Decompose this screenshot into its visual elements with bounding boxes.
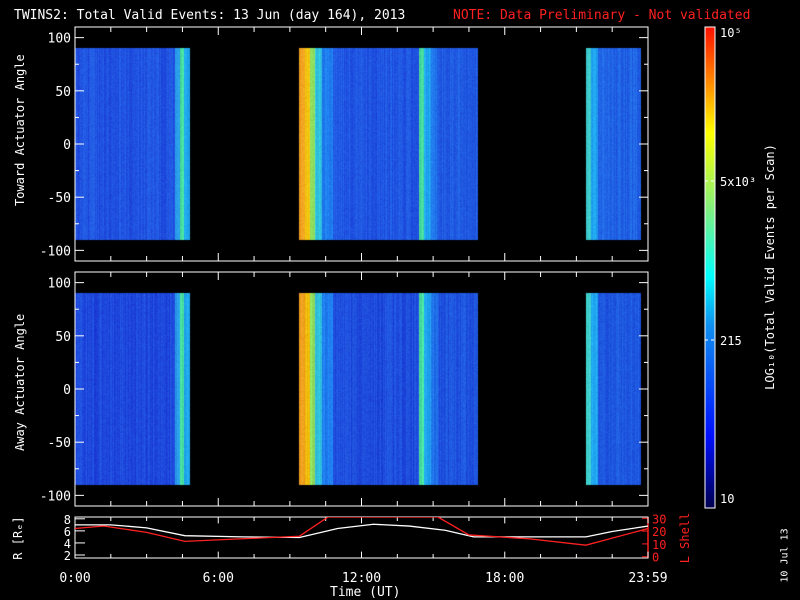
time-tick-label: 23:59 — [628, 571, 667, 586]
y-tick-label: 50 — [55, 330, 71, 345]
time-xlabel: Time (UT) — [330, 585, 401, 600]
colorbar-tick-label: 10 — [720, 492, 734, 506]
time-tick-label: 0:00 — [59, 571, 90, 586]
y-tick-label: -100 — [40, 244, 71, 259]
away-ylabel: Away Actuator Angle — [13, 313, 27, 451]
toward-ylabel: Toward Actuator Angle — [13, 54, 27, 206]
lshell-tick-label: 0 — [652, 551, 659, 565]
y-tick-label: 0 — [63, 383, 71, 398]
y-tick-label: -100 — [40, 489, 71, 504]
colorbar-label: LOG₁₀(Total Valid Events per Scan) — [763, 144, 777, 390]
time-tick-label: 18:00 — [485, 571, 524, 586]
panel-frame — [74, 271, 649, 507]
date-stamp: 10 Jul 13 — [779, 528, 791, 583]
colorbar-frame — [704, 26, 716, 509]
panel-frame — [74, 26, 649, 262]
y-tick-label: -50 — [48, 436, 71, 451]
colorbar-tick-label: 215 — [720, 334, 742, 348]
lshell-ylabel: L Shell — [678, 512, 692, 564]
y-tick-label: 100 — [48, 277, 71, 292]
y-tick-label: 100 — [48, 32, 71, 47]
radius-ylabel: R [Rₑ] — [11, 516, 25, 560]
colorbar-tick-label: 10⁵ — [720, 26, 742, 40]
y-tick-label: 0 — [63, 138, 71, 153]
y-tick-label: 50 — [55, 85, 71, 100]
colorbar-tick-label: 5x10³ — [720, 175, 756, 189]
time-tick-label: 6:00 — [203, 571, 234, 586]
time-tick-label: 12:00 — [342, 571, 381, 586]
r-tick-label: 2 — [64, 549, 71, 563]
y-tick-label: -50 — [48, 191, 71, 206]
